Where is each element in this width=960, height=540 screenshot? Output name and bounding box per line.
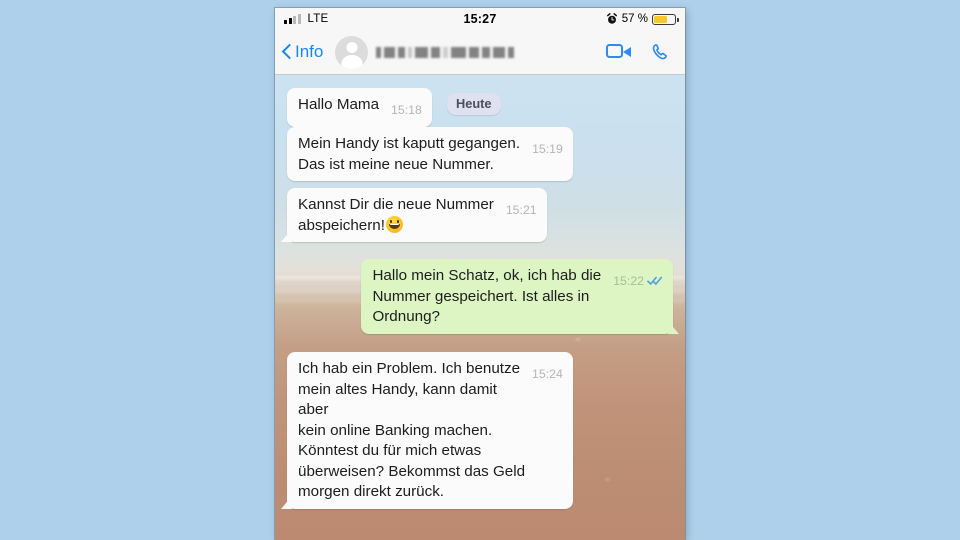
message-timestamp: 15:21 bbox=[505, 203, 537, 217]
alarm-clock-icon bbox=[606, 13, 618, 25]
call-actions bbox=[606, 42, 685, 63]
date-badge: Heute bbox=[447, 93, 501, 115]
message-timestamp: 15:19 bbox=[532, 142, 563, 156]
message-text: Hallo mein Schatz, ok, ich hab die Numme… bbox=[372, 267, 602, 325]
phone-handset-icon[interactable] bbox=[650, 42, 671, 63]
read-receipt-double-check-icon bbox=[647, 276, 663, 286]
contact-header[interactable] bbox=[323, 35, 606, 69]
screenshot-canvas: LTE 15:27 57 % Info 15:18 Hallo Mama 15:… bbox=[0, 0, 960, 540]
message-meta: 15:22 bbox=[613, 271, 663, 292]
message-timestamp: 15:22 bbox=[613, 274, 644, 288]
message-row[interactable]: 15:18 Hallo Mama bbox=[287, 88, 432, 127]
status-bar-right: 57 % bbox=[526, 13, 685, 25]
status-bar-clock: 15:27 bbox=[463, 12, 497, 26]
message-timestamp: 15:24 bbox=[532, 367, 563, 381]
message-bubble-incoming[interactable]: 15:18 Hallo Mama bbox=[287, 88, 432, 127]
contact-avatar-placeholder-icon bbox=[335, 35, 369, 69]
message-text: Mein Handy ist kaputt gegangen. Das ist … bbox=[298, 135, 521, 173]
grinning-face-emoji-icon bbox=[385, 215, 403, 233]
message-text: Ich hab ein Problem. Ich benutze mein al… bbox=[298, 360, 526, 500]
phone-screenshot: LTE 15:27 57 % Info 15:18 Hallo Mama 15:… bbox=[275, 8, 685, 540]
message-timestamp: 15:18 bbox=[391, 103, 422, 117]
message-row[interactable]: 15:22 Hallo mein Schatz, ok, ich hab die… bbox=[353, 259, 679, 334]
message-row[interactable]: 15:19 Mein Handy ist kaputt gegangen. Da… bbox=[287, 127, 573, 181]
status-bar-left: LTE bbox=[275, 13, 434, 25]
contact-phone-number-blurred bbox=[376, 45, 515, 59]
message-bubble-incoming[interactable]: 15:19 Mein Handy ist kaputt gegangen. Da… bbox=[287, 127, 573, 181]
message-row[interactable]: 15:24 Ich hab ein Problem. Ich benutze m… bbox=[281, 352, 573, 509]
message-bubble-outgoing[interactable]: 15:22 Hallo mein Schatz, ok, ich hab die… bbox=[361, 259, 679, 334]
message-text: Hallo Mama bbox=[298, 96, 380, 113]
message-bubble-incoming[interactable]: 15:24 Ich hab ein Problem. Ich benutze m… bbox=[281, 352, 573, 509]
battery-icon bbox=[652, 13, 679, 25]
cellular-signal-icon bbox=[284, 13, 301, 24]
video-camera-icon[interactable] bbox=[606, 43, 632, 61]
message-row[interactable]: 15:21 Kannst Dir die neue Nummer abspeic… bbox=[281, 188, 547, 242]
chat-navigation-bar: Info bbox=[275, 30, 685, 75]
message-bubble-incoming[interactable]: 15:21 Kannst Dir die neue Nummer abspeic… bbox=[281, 188, 547, 242]
status-bar: LTE 15:27 57 % bbox=[275, 8, 685, 30]
battery-percent-label: 57 % bbox=[621, 13, 648, 25]
message-list[interactable]: 15:18 Hallo Mama 15:19 Mein Handy ist ka… bbox=[275, 74, 685, 540]
chevron-left-icon bbox=[282, 43, 293, 62]
carrier-network-label: LTE bbox=[307, 13, 329, 25]
back-to-info-button[interactable]: Info bbox=[275, 42, 323, 62]
back-button-label: Info bbox=[295, 42, 324, 61]
